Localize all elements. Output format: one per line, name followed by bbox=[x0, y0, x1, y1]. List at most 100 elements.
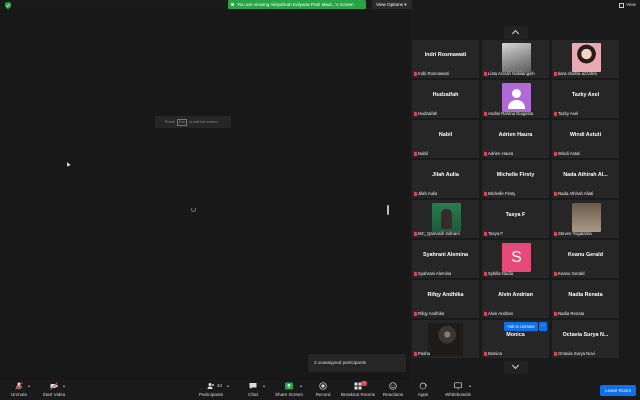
participant-tile[interactable]: Windi Astuti Windi Astuti bbox=[552, 120, 619, 158]
microphone-muted-icon bbox=[484, 112, 487, 116]
participant-name-label: Syahrani Alemina bbox=[414, 271, 451, 277]
audio-options-caret-icon[interactable] bbox=[28, 385, 30, 387]
participant-tile[interactable]: Rifqy Andhika Rifqy Andhika bbox=[412, 280, 479, 318]
participant-name-label: Pasha bbox=[414, 351, 430, 357]
participant-name: Jilah Aulia bbox=[418, 191, 438, 196]
participant-name: Nada Athirah Allati bbox=[558, 191, 594, 196]
participant-tile[interactable]: MC_Qamasih Indriani bbox=[412, 200, 479, 238]
gallery-scroll-up-button[interactable] bbox=[504, 26, 528, 39]
participant-tile[interactable]: Lista Azizah Nabilangsih bbox=[482, 40, 549, 78]
microphone-muted-icon bbox=[484, 152, 487, 156]
participant-name: Lista Azizah Nabilangsih bbox=[488, 71, 535, 76]
microphone-muted-icon bbox=[414, 312, 417, 316]
leave-room-button[interactable]: Leave Room bbox=[600, 385, 636, 396]
share-screen-button[interactable]: Share Screen bbox=[272, 380, 306, 400]
whiteboards-caret-icon[interactable] bbox=[469, 385, 471, 387]
unmute-label: Unmute bbox=[10, 392, 28, 397]
participant-tile[interactable]: Nada Athirah Al... Nada Athirah Allati bbox=[552, 160, 619, 198]
participant-tile[interactable]: Octavia Surya N... Octavia Surya Novi bbox=[552, 320, 619, 358]
participant-tile[interactable]: Tazky Axel Tazky Axel bbox=[552, 80, 619, 118]
participant-name-label: Monica bbox=[484, 351, 502, 357]
whiteboards-button[interactable]: Whiteboards bbox=[442, 380, 474, 400]
record-label: Record bbox=[315, 392, 331, 397]
participant-display-name: Keanu Gerald bbox=[567, 252, 604, 258]
participant-name: Nabil bbox=[418, 151, 428, 156]
share-caret-icon[interactable] bbox=[300, 385, 302, 387]
participant-tile[interactable]: Nabil Nabil bbox=[412, 120, 479, 158]
participant-name: Keanu Gerald bbox=[558, 271, 585, 276]
participant-name: Nadia Renata bbox=[558, 311, 585, 316]
breakout-notice-text: 3 unassigned participants bbox=[314, 360, 367, 365]
avatar-initial: S bbox=[502, 243, 531, 272]
participant-tile[interactable]: Michelle Firsty Michelle Firsty bbox=[482, 160, 549, 198]
top-bar: You are viewing Aiisyahrah Kalyana Putri… bbox=[0, 0, 640, 10]
breakout-notice[interactable]: 3 unassigned participants bbox=[308, 354, 406, 372]
leave-room-label: Leave Room bbox=[604, 388, 632, 393]
chevron-up-icon bbox=[511, 29, 520, 38]
participant-name-label: Hudzaifah bbox=[414, 111, 437, 117]
participant-display-name: Nada Athirah Al... bbox=[563, 172, 608, 178]
participant-tile[interactable]: Alvin Andrian Alvin Andrian bbox=[482, 280, 549, 318]
apps-label: Apps bbox=[417, 392, 429, 397]
share-scroll-handle[interactable] bbox=[387, 205, 389, 215]
participant-name-label: Adrien Haura bbox=[484, 151, 513, 157]
security-shield-icon[interactable] bbox=[5, 2, 11, 9]
participant-photo bbox=[572, 203, 601, 232]
participant-tile[interactable]: Tasya F Tasya F bbox=[482, 200, 549, 238]
breakout-rooms-button[interactable]: ! Breakout Rooms bbox=[340, 380, 376, 400]
participant-display-name: Windi Astuti bbox=[569, 132, 602, 138]
participant-display-name: Tazky Axel bbox=[571, 92, 600, 98]
fullscreen-hint: Press Esc to exit full screen bbox=[155, 116, 231, 128]
video-options-caret-icon[interactable] bbox=[63, 385, 65, 387]
participant-name-label: Octavia Surya Novi bbox=[554, 351, 595, 357]
participant-display-name: Hudzaifah bbox=[432, 92, 459, 98]
participant-tile[interactable]: Steven Yogatama bbox=[552, 200, 619, 238]
participant-tile[interactable]: Jilah Aulia Jilah Aulia bbox=[412, 160, 479, 198]
microphone-muted-icon bbox=[15, 382, 23, 390]
gallery-scroll-down-button[interactable] bbox=[504, 361, 528, 374]
participant-display-name: Alvin Andrian bbox=[498, 292, 533, 298]
start-video-button[interactable]: Start Video bbox=[38, 380, 70, 400]
record-button[interactable]: Record bbox=[310, 380, 336, 400]
participant-tile[interactable]: Syahrani Alemina Syahrani Alemina bbox=[412, 240, 479, 278]
shared-screen[interactable]: Press Esc to exit full screen bbox=[0, 10, 410, 380]
participant-tile[interactable]: Keanu Gerald Keanu Gerald bbox=[552, 240, 619, 278]
participant-name: Adrien Haura bbox=[488, 151, 514, 156]
participant-tile[interactable]: S Sybilla Nadia bbox=[482, 240, 549, 278]
view-button[interactable]: View bbox=[619, 1, 636, 9]
participant-name-label: Indri Rosmawati bbox=[414, 71, 449, 77]
participant-tile[interactable]: Nadia Renata Nadia Renata bbox=[552, 280, 619, 318]
participant-name: Windi Astuti bbox=[558, 151, 581, 156]
chat-caret-icon[interactable] bbox=[263, 385, 265, 387]
participant-tile[interactable]: Indri Rosmawati Indri Rosmawati bbox=[412, 40, 479, 78]
ask-to-unmute-label: Ask to Unmute bbox=[507, 324, 535, 329]
participant-name: Hudzaifah bbox=[418, 111, 438, 116]
microphone-muted-icon bbox=[484, 352, 487, 356]
participant-tile[interactable]: Andini Rahma Diagosta bbox=[482, 80, 549, 118]
participant-tile[interactable]: Pasha bbox=[412, 320, 479, 358]
hint-prefix: Press bbox=[165, 120, 175, 124]
participant-name: Steven Yogatama bbox=[558, 231, 592, 236]
view-options-button[interactable]: View Options ▾ bbox=[372, 0, 412, 9]
esc-key: Esc bbox=[176, 119, 188, 126]
participant-name: Alvin Andrian bbox=[488, 311, 514, 316]
participants-button[interactable]: 34 Participants bbox=[196, 380, 226, 400]
participants-caret-icon[interactable] bbox=[227, 385, 229, 387]
participant-tile[interactable]: Adrien Haura Adrien Haura bbox=[482, 120, 549, 158]
participant-tile[interactable]: tiara shafira azzahra bbox=[552, 40, 619, 78]
participant-tile[interactable]: Hudzaifah Hudzaifah bbox=[412, 80, 479, 118]
chat-button[interactable]: Chat bbox=[240, 380, 266, 400]
ask-to-unmute-button[interactable]: Ask to Unmute bbox=[504, 322, 538, 331]
chat-bubble-icon bbox=[249, 383, 257, 389]
record-icon bbox=[319, 382, 327, 390]
participant-display-name: Rifqy Andhika bbox=[427, 292, 464, 298]
unmute-button[interactable]: Unmute bbox=[4, 380, 34, 400]
participant-display-name: Nabil bbox=[438, 132, 453, 138]
tile-more-button[interactable]: ... bbox=[539, 322, 547, 331]
sharing-dot-icon bbox=[231, 3, 234, 6]
participant-photo bbox=[502, 43, 531, 72]
apps-button[interactable]: Apps bbox=[410, 380, 436, 400]
participant-name-label: tiara shafira azzahra bbox=[554, 71, 597, 77]
reactions-button[interactable]: Reactions bbox=[380, 380, 406, 400]
participant-display-name: Syahrani Alemina bbox=[422, 252, 469, 258]
